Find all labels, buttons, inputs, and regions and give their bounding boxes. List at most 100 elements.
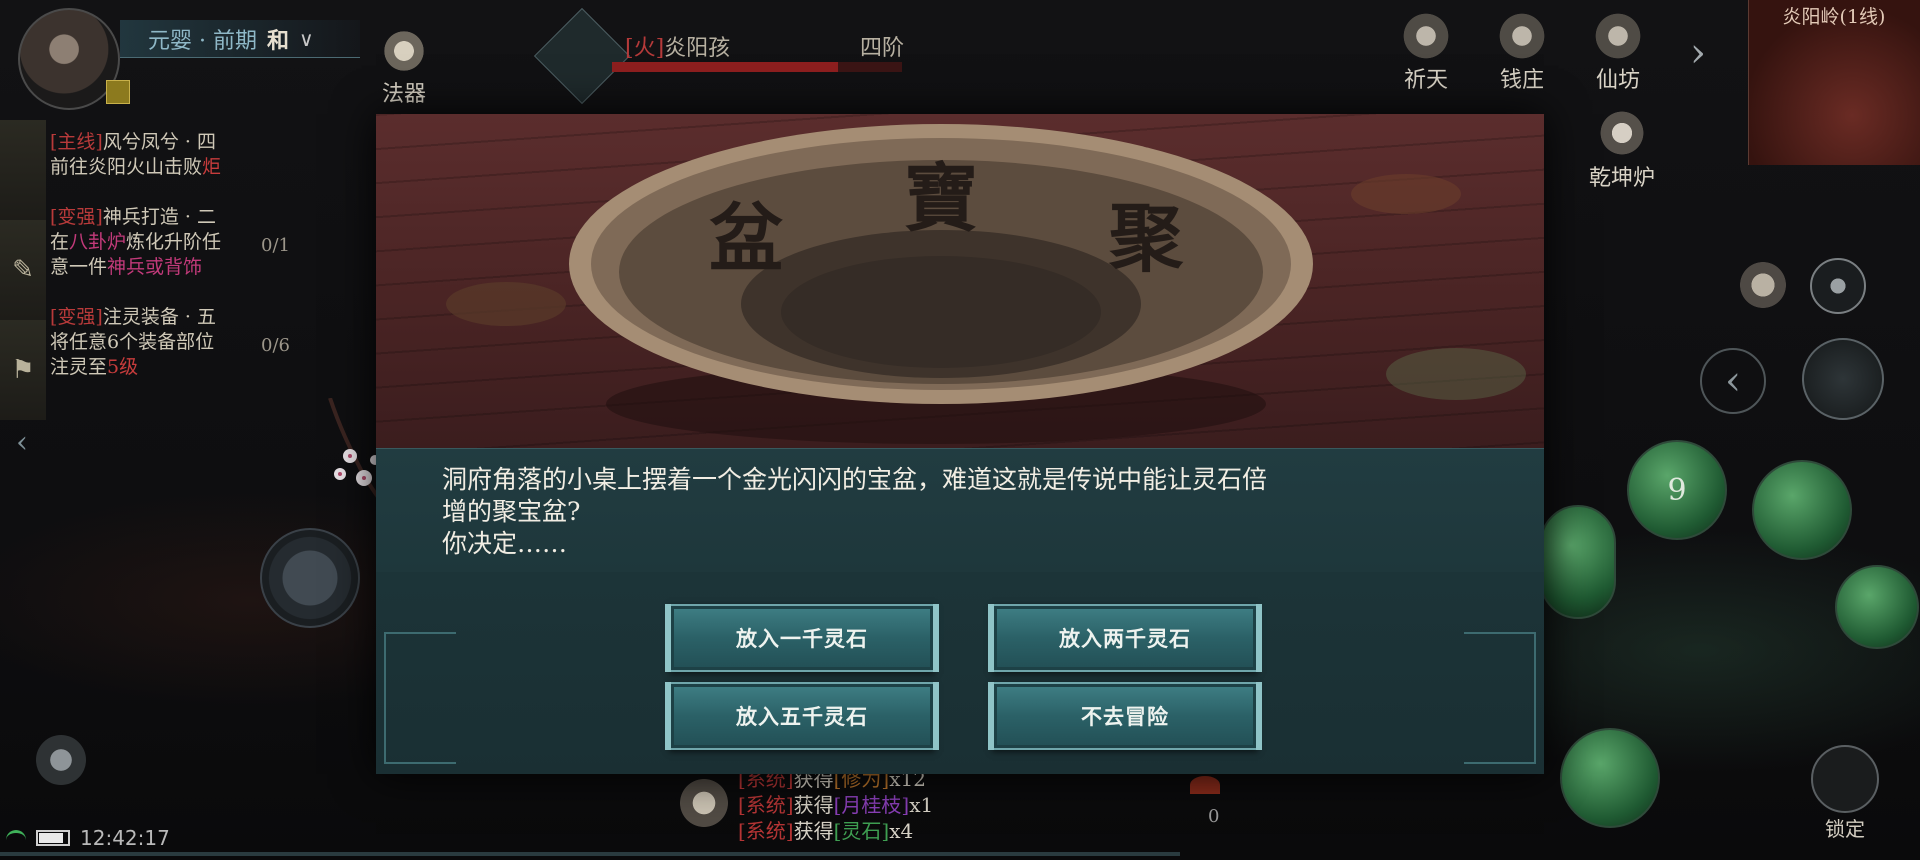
furnace-icon [1597,108,1647,158]
mount-horse-icon[interactable] [36,735,86,785]
target-switch-icon[interactable] [1810,258,1866,314]
decline-button[interactable]: 不去冒险 [988,682,1262,750]
chat-verb: 获得 [793,819,834,843]
pray-icon [1398,12,1454,60]
flag-icon: ⚑ [11,355,35,385]
skill-button-1[interactable]: 9 [1627,440,1727,540]
artifact-button[interactable]: 法器 [370,28,438,108]
quest-highlight: 神兵或背饰 [107,256,203,278]
choice-1000-button[interactable]: 放入一千灵石 [665,604,939,672]
quest-tag: [变强] [50,206,103,228]
quest-item[interactable]: [主线]风兮凤兮 · 四 前往炎阳火山击败炬 [50,130,290,180]
attack-sword-icon[interactable] [1802,338,1884,420]
red-packet-count: 0 [1208,806,1220,827]
buff-icon[interactable] [106,80,130,104]
menu-shop-button[interactable]: 仙坊 [1574,12,1662,94]
bag-icon[interactable] [1740,262,1786,308]
quest-side-tab-main[interactable] [0,120,46,220]
pk-mode-label[interactable]: 和 [267,23,289,55]
realm-label: 元婴 · 前期 [148,28,257,54]
quest-title: 神兵打造 · 二 [102,206,216,228]
choice-label: 放入一千灵石 [736,627,868,651]
quest-side-tab-team[interactable]: ⚑ [0,320,46,420]
menu-bank-button[interactable]: 钱庄 [1478,12,1566,94]
quest-highlight: 八卦炉 [69,231,127,253]
movement-joystick[interactable] [260,528,360,628]
bowl-char-1: 盆 [709,196,783,282]
menu-expand-arrow-icon[interactable]: › [1690,30,1706,76]
location-name: 炎阳岭(1线) [1782,6,1886,28]
chat-line: [系统]获得[月桂枝]x1 [738,792,933,818]
quest-tag: [变强] [50,306,103,328]
chat-line: [系统]获得[灵石]x4 [738,818,933,844]
skill-button-2[interactable] [1752,460,1852,560]
shop-icon [1590,12,1646,60]
chat-channel: [系统] [738,793,794,817]
quest-highlight: 炬 [202,156,222,178]
red-packet-icon[interactable] [1190,776,1220,794]
quest-side-tab-scroll[interactable]: ✎ [0,220,46,320]
quest-desc: 在 [50,231,70,253]
choice-label: 放入两千灵石 [1059,627,1191,651]
chat-channel-icon[interactable] [676,775,732,831]
chat-verb: 获得 [793,793,834,817]
event-description: 洞府角落的小桌上摆着一个金光闪闪的宝盆，难道这就是传说中能让灵石倍 增的聚宝盆?… [442,465,1268,558]
event-dialog: 盆 寶 聚 洞府角落的小桌上摆着一个金光闪闪的宝盆，难道这就是传说中能让灵石倍 … [376,114,1544,774]
chat-log[interactable]: [系统]获得[修为]x12 [系统]获得[月桂枝]x1 [系统]获得[灵石]x4 [738,766,933,844]
target-name-text: 炎阳孩 [664,36,731,61]
quest-item[interactable]: [变强]注灵装备 · 五 将任意6个装备部位 注灵至5级 0/6 [50,305,290,380]
scroll-icon: ✎ [12,255,34,285]
skill-button-3[interactable] [1540,505,1616,619]
choice-label: 不去冒险 [1081,705,1169,729]
quest-item[interactable]: [变强]神兵打造 · 二 在八卦炉炼化升阶任 意一件神兵或背饰 0/1 [50,205,290,280]
target-tier: 四阶 [860,36,905,61]
treasure-bowl-image: 盆 寶 聚 [446,124,1526,444]
quest-list: ✎ ⚑ [主线]风兮凤兮 · 四 前往炎阳火山击败炬 [变强]神兵打造 · 二 … [0,120,290,420]
artifact-label: 法器 [381,82,426,107]
chat-item[interactable]: [月桂枝] [834,793,910,817]
chat-qty: x1 [909,793,934,817]
clock-time: 12:42:17 [80,826,170,850]
target-hp-bar [612,62,902,72]
lock-label: 锁定 [1825,817,1865,841]
battery-level [39,833,63,843]
choice-2000-button[interactable]: 放入两千灵石 [988,604,1262,672]
collapse-arrow-icon[interactable]: ‹ [2,420,42,464]
lock-icon [1811,745,1879,813]
quest-desc: 意一件 [50,256,108,278]
choice-5000-button[interactable]: 放入五千灵石 [665,682,939,750]
quest-desc: 将任意6个装备部位 [50,331,215,353]
skill-button-4[interactable] [1560,728,1660,828]
quest-tag: [主线] [50,131,103,153]
quest-desc: 前往炎阳火山击败 [50,156,203,178]
wifi-icon [6,829,26,847]
bank-icon [1494,12,1550,60]
furnace-label: 乾坤炉 [1588,166,1655,191]
quest-title: 注灵装备 · 五 [102,306,216,328]
realm-bar[interactable]: 元婴 · 前期 和 ∨ [120,20,360,58]
furnace-button[interactable]: 乾坤炉 [1572,108,1672,192]
menu-label: 钱庄 [1499,68,1544,93]
quest-highlight: 5级 [107,356,139,378]
corner-ornament [384,692,456,764]
skill-count: 9 [1667,472,1687,508]
bowl-char-2: 寶 [904,156,978,242]
battery-icon [36,830,70,846]
player-avatar[interactable] [18,8,120,110]
skill-button-5[interactable] [1835,565,1919,649]
choice-panel: 放入一千灵石 放入两千灵石 放入五千灵石 不去冒险 [376,572,1544,774]
treasure-bowl-illustration: 盆 寶 聚 [376,114,1544,448]
bowl-char-3: 聚 [1108,196,1184,282]
quest-desc: 炼化升阶任 [126,231,222,253]
artifact-icon [381,28,427,74]
menu-label: 仙坊 [1595,68,1640,93]
quest-progress: 0/6 [261,335,290,356]
menu-pray-button[interactable]: 祈天 [1382,12,1470,94]
collapse-skills-icon[interactable]: ‹ [1700,348,1766,414]
choice-label: 放入五千灵石 [736,705,868,729]
chat-channel: [系统] [738,819,794,843]
chat-item[interactable]: [灵石] [834,819,890,843]
lock-button[interactable]: 锁定 [1808,745,1882,842]
chevron-down-icon[interactable]: ∨ [299,27,314,51]
quest-desc: 注灵至 [50,356,108,378]
